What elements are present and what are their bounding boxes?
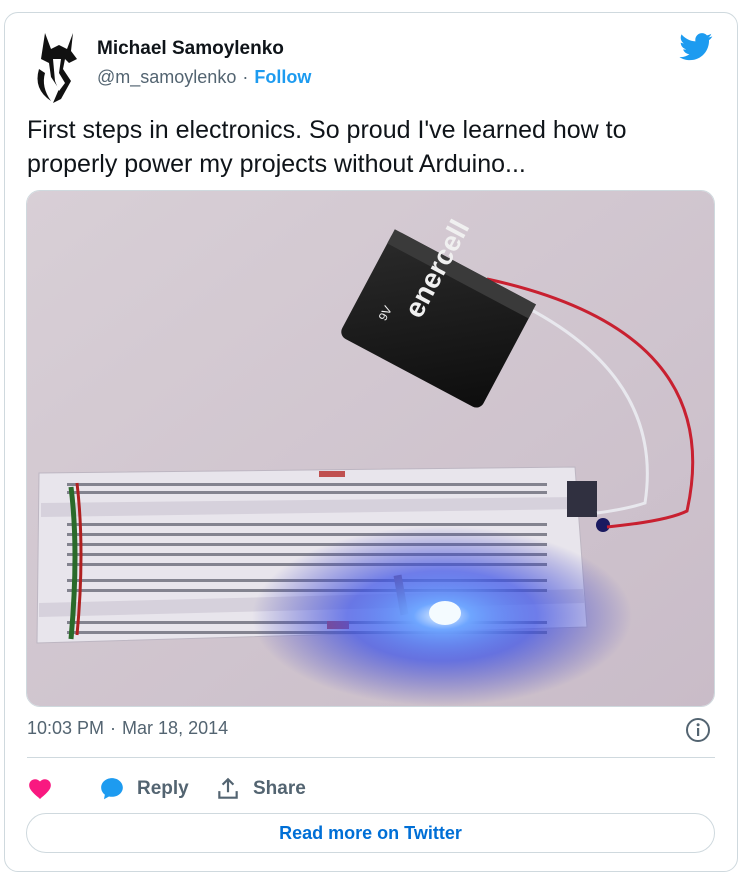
- tweet-time: 10:03 PM: [27, 718, 105, 738]
- timestamp[interactable]: 10:03 PM · Mar 18, 2014: [27, 718, 228, 739]
- share-label: Share: [253, 778, 306, 799]
- tweet-text: First steps in electronics. So proud I'v…: [27, 116, 627, 178]
- author-handle[interactable]: @m_samoylenko: [97, 67, 236, 87]
- tweet-header: Michael Samoylenko @m_samoylenko · Follow: [5, 13, 737, 103]
- like-button[interactable]: [27, 769, 53, 809]
- reply-button[interactable]: Reply: [99, 769, 189, 809]
- action-bar: Reply Share: [27, 769, 717, 809]
- heart-icon: [29, 779, 51, 799]
- breadboard-photo: enercell 9V: [27, 191, 714, 706]
- separator: ·: [242, 67, 249, 87]
- read-more-button[interactable]: Read more on Twitter: [26, 813, 715, 853]
- author-name[interactable]: Michael Samoylenko: [97, 38, 284, 60]
- share-button[interactable]: Share: [215, 769, 306, 809]
- reply-label: Reply: [137, 778, 189, 799]
- divider: [27, 757, 715, 758]
- separator: ·: [110, 718, 117, 738]
- twitter-bird-icon[interactable]: [679, 33, 713, 61]
- speech-bubble-icon: [101, 778, 123, 800]
- tweet-card: Michael Samoylenko @m_samoylenko · Follow …: [4, 12, 738, 872]
- avatar[interactable]: [31, 29, 87, 105]
- share-upload-icon: [218, 777, 238, 799]
- follow-link[interactable]: Follow: [254, 67, 311, 87]
- tweet-date: Mar 18, 2014: [122, 718, 229, 738]
- tweet-photo[interactable]: enercell 9V: [26, 190, 715, 707]
- handle-line: @m_samoylenko · Follow: [97, 67, 311, 88]
- info-icon[interactable]: [685, 717, 711, 743]
